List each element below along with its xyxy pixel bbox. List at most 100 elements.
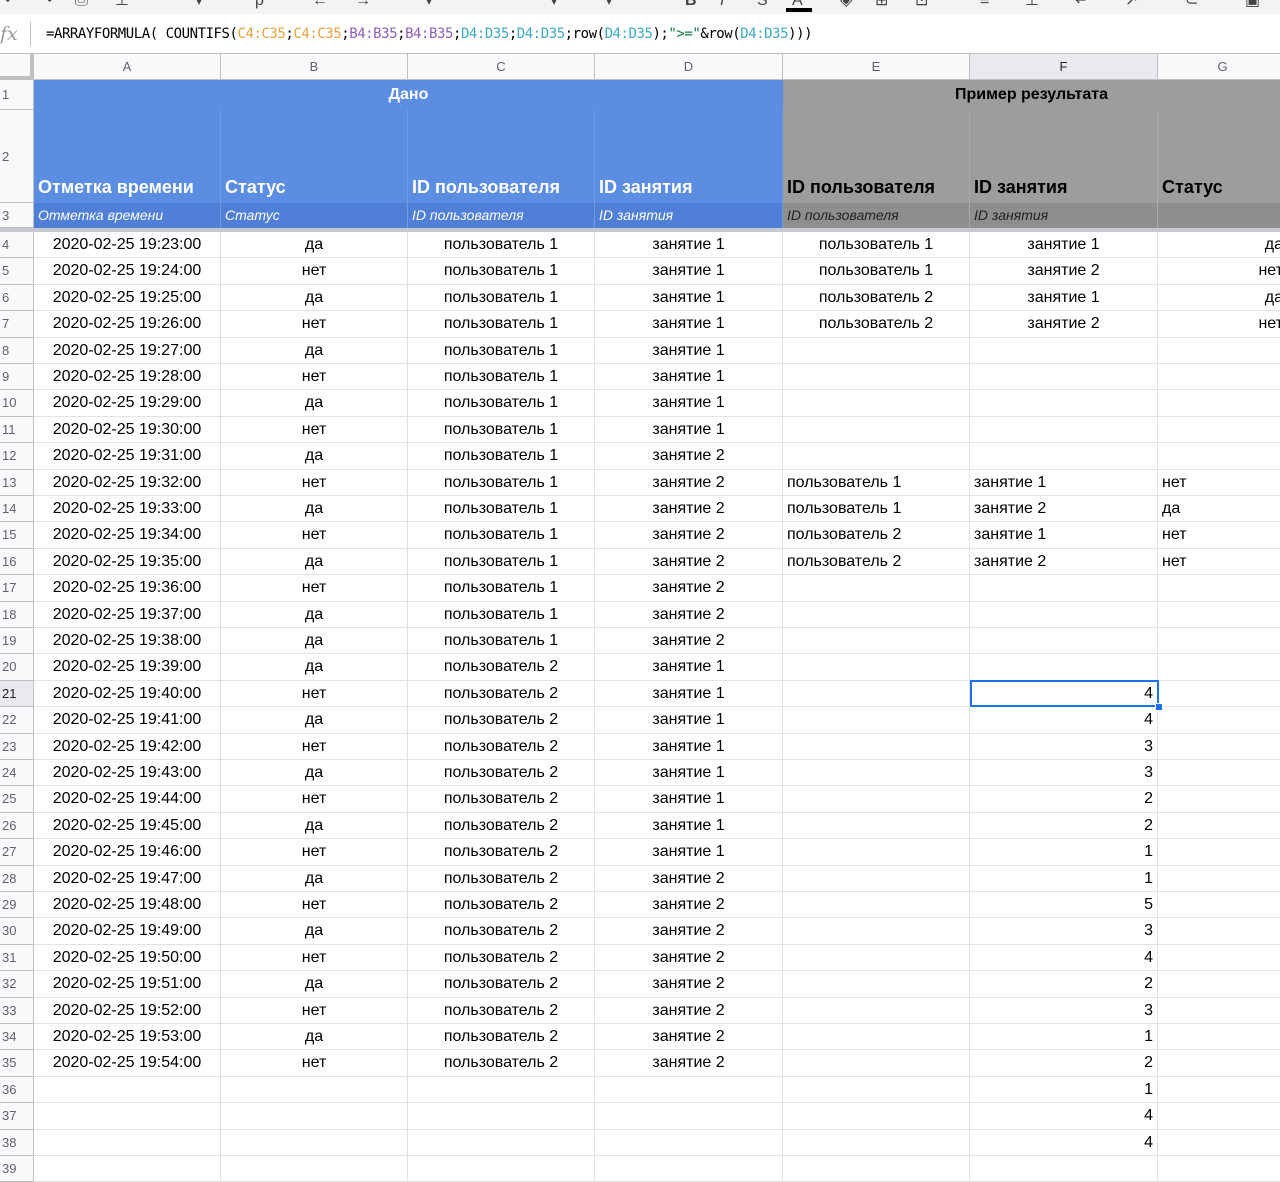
cell-c16[interactable]: пользователь 1 [408,548,595,576]
cell-g23[interactable] [1158,734,1280,760]
cell-a5[interactable]: 2020-02-25 19:24:00 [34,258,221,285]
cell-g9[interactable] [1158,364,1280,391]
row-header[interactable]: 27 [0,839,34,866]
cell-c32[interactable]: пользователь 2 [408,971,595,998]
cell-b11[interactable]: нет [221,416,408,444]
cell-b15[interactable]: нет [221,522,408,549]
cell-g34[interactable] [1158,1024,1280,1051]
cell-g12[interactable] [1158,443,1280,470]
cell-e11[interactable] [783,416,970,444]
cell-c25[interactable]: пользователь 2 [408,786,595,813]
paint-format-icon[interactable]: ⊥ [115,0,129,9]
cell-d29[interactable]: занятие 2 [595,892,783,919]
column-header-a[interactable]: A [34,54,221,80]
cell-a35[interactable]: 2020-02-25 19:54:00 [34,1050,221,1077]
row-header[interactable]: 17 [0,575,34,602]
italic-icon[interactable]: I [720,0,724,9]
wrap-icon[interactable]: ↵ [1075,0,1088,9]
cell-e10[interactable] [783,390,970,417]
cell-g39[interactable] [1158,1156,1280,1182]
row-header[interactable]: 38 [0,1129,34,1156]
cell-g31[interactable] [1158,945,1280,972]
cell-e26[interactable] [783,812,970,840]
cell-b19[interactable]: да [221,628,408,655]
cell-e24[interactable] [783,760,970,787]
cell-d36[interactable] [595,1076,783,1104]
cell-b6[interactable]: да [221,284,408,312]
cell-c17[interactable]: пользователь 1 [408,575,595,602]
cell-b27[interactable]: нет [221,839,408,866]
cell-a6[interactable]: 2020-02-25 19:25:00 [34,284,221,312]
cell-g37[interactable] [1158,1103,1280,1130]
row-header[interactable]: 3 [0,203,34,228]
cell-e19[interactable] [783,628,970,655]
column-subtitle-a[interactable]: Отметка времени [34,203,221,228]
cell-c26[interactable]: пользователь 2 [408,812,595,840]
cell-g20[interactable] [1158,654,1280,681]
cell-e32[interactable] [783,971,970,998]
fill-handle[interactable] [1155,703,1163,712]
row-header[interactable]: 12 [0,443,34,470]
cell-g27[interactable] [1158,839,1280,866]
cell-d18[interactable]: занятие 2 [595,601,783,628]
cell-f31[interactable]: 4 [970,944,1158,972]
cell-a27[interactable]: 2020-02-25 19:46:00 [34,839,221,866]
borders-icon[interactable]: ⊞ [875,0,888,9]
cell-g7[interactable]: нет [1158,311,1280,338]
cell-d19[interactable]: занятие 2 [595,628,783,655]
cell-c21[interactable]: пользователь 2 [408,680,595,708]
cell-e25[interactable] [783,786,970,813]
decrease-decimal-icon[interactable]: ← [312,0,328,9]
cell-f10[interactable] [970,390,1158,417]
cell-d35[interactable]: занятие 2 [595,1050,783,1077]
cell-f14[interactable]: занятие 2 [970,496,1158,523]
cell-b4[interactable]: да [221,232,408,259]
cell-b30[interactable]: да [221,918,408,945]
cell-a28[interactable]: 2020-02-25 19:47:00 [34,865,221,892]
cell-b8[interactable]: да [221,337,408,364]
cell-b16[interactable]: да [221,548,408,576]
cell-b7[interactable]: нет [221,311,408,338]
font-select[interactable]: ▾ [550,0,558,9]
cell-f30[interactable]: 3 [970,918,1158,945]
cell-d28[interactable]: занятие 2 [595,865,783,892]
cell-d16[interactable]: занятие 2 [595,548,783,576]
cell-b28[interactable]: да [221,865,408,892]
cell-f17[interactable] [970,575,1158,602]
row-header[interactable]: 25 [0,786,34,813]
cell-a39[interactable] [34,1156,221,1182]
bold-icon[interactable]: B [685,0,697,9]
cell-d26[interactable]: занятие 1 [595,812,783,840]
cell-d22[interactable]: занятие 1 [595,707,783,734]
row-header[interactable]: 21 [0,680,34,708]
row-header[interactable]: 18 [0,601,34,628]
cell-e31[interactable] [783,944,970,972]
redo-icon[interactable]: ↷ [40,0,53,9]
cell-d5[interactable]: занятие 1 [595,258,783,285]
cell-e13[interactable]: пользователь 1 [783,469,970,496]
cell-b12[interactable]: да [221,443,408,470]
cell-c18[interactable]: пользователь 1 [408,601,595,628]
cell-d21[interactable]: занятие 1 [595,680,783,708]
row-header[interactable]: 16 [0,548,34,576]
cell-f28[interactable]: 1 [970,865,1158,892]
cell-f35[interactable]: 2 [970,1050,1158,1077]
undo-icon[interactable]: ↶ [4,0,17,9]
cell-a25[interactable]: 2020-02-25 19:44:00 [34,786,221,813]
cell-d23[interactable]: занятие 1 [595,733,783,760]
cell-e29[interactable] [783,892,970,919]
cell-e12[interactable] [783,443,970,470]
column-title-e[interactable]: ID пользователя [783,110,970,203]
row-header[interactable]: 31 [0,944,34,972]
cell-a29[interactable]: 2020-02-25 19:48:00 [34,892,221,919]
cell-a36[interactable] [34,1076,221,1104]
cell-d10[interactable]: занятие 1 [595,390,783,417]
row-header[interactable]: 23 [0,733,34,760]
cell-c6[interactable]: пользователь 1 [408,284,595,312]
cell-f11[interactable] [970,416,1158,444]
row-header[interactable]: 35 [0,1050,34,1077]
frozen-rows-divider[interactable] [0,228,1280,232]
align-icon[interactable]: ≡ [980,0,989,9]
cell-f33[interactable]: 3 [970,997,1158,1024]
cell-c13[interactable]: пользователь 1 [408,469,595,496]
